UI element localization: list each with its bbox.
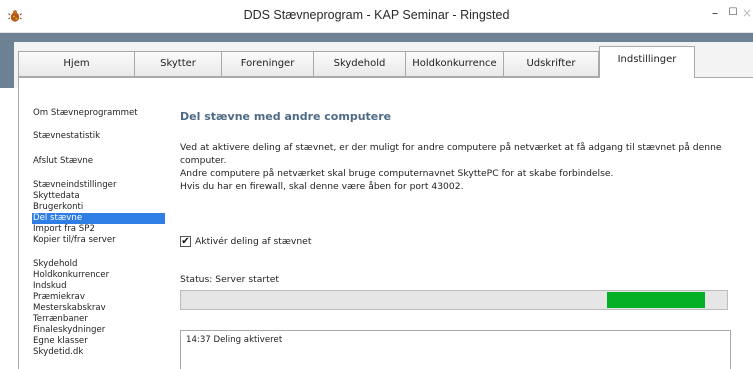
tab-skytter[interactable]: Skytter [134, 51, 221, 77]
tab-udskrifter[interactable]: Udskrifter [503, 51, 599, 77]
menu-item-import-fra-sp2[interactable]: Import fra SP2 [32, 224, 165, 235]
menu-item-del-staevne[interactable]: Del stævne [32, 213, 165, 224]
description-line-2: computer. [180, 155, 227, 166]
title-bar: DDS Stævneprogram - KAP Seminar - Ringst… [0, 0, 753, 33]
menu-item-finaleskydninger[interactable]: Finaleskydninger [32, 325, 165, 336]
log-box[interactable]: 14:37 Deling aktiveret [180, 330, 731, 369]
enable-sharing-checkbox[interactable]: ✔ [180, 236, 191, 247]
progress-fill [606, 292, 706, 308]
tab-skydehold[interactable]: Skydehold [313, 51, 405, 77]
tab-indstillinger[interactable]: Indstillinger [599, 46, 695, 78]
tab-holdkonkurrence[interactable]: Holdkonkurrence [405, 51, 503, 77]
menu-item-skyttedata[interactable]: Skyttedata [32, 191, 165, 202]
page-title: Del stævne med andre computere [180, 110, 392, 123]
menu-item-staevneindstillinger[interactable]: Stævneindstillinger [32, 180, 165, 191]
menu-item-kopier-til-fra-server[interactable]: Kopier til/fra server [32, 235, 165, 246]
menu-item-indskud[interactable]: Indskud [32, 281, 165, 292]
menu-item-brugerkonti[interactable]: Brugerkonti [32, 202, 165, 213]
progress-bar [180, 290, 728, 310]
menu-item-holdkonkurrencer[interactable]: Holdkonkurrencer [32, 270, 165, 281]
close-button[interactable]: × [741, 4, 753, 24]
tab-bar: Hjem Skytter Foreninger Skydehold Holdko… [18, 46, 753, 78]
window-title: DDS Stævneprogram - KAP Seminar - Ringst… [243, 8, 510, 22]
log-line: 14:37 Deling aktiveret [186, 335, 283, 345]
menu-item-skydehold[interactable]: Skydehold [32, 259, 165, 270]
menu-item-praemiekrav[interactable]: Præmiekrav [32, 292, 165, 303]
tab-foreninger[interactable]: Foreninger [221, 51, 313, 77]
description-line-1: Ved at aktivere deling af stævnet, er de… [180, 142, 722, 153]
menu-item-om-staevneprogrammet[interactable]: Om Stævneprogrammet [32, 108, 165, 119]
enable-sharing-label[interactable]: Aktivér deling af stævnet [195, 236, 311, 247]
description-line-4: Hvis du har en firewall, skal denne være… [180, 181, 464, 192]
description-line-3: Andre computere på netværket skal bruge … [180, 168, 614, 179]
menu-item-mesterskabskrav[interactable]: Mesterskabskrav [32, 303, 165, 314]
menu-item-staevnestatistik[interactable]: Stævnestatistik [32, 131, 165, 142]
menu-item-afslut-staevne[interactable]: Afslut Stævne [32, 156, 165, 167]
menu-item-egne-klasser[interactable]: Egne klasser [32, 336, 165, 347]
tab-hjem[interactable]: Hjem [18, 51, 134, 77]
menu-item-terraenbaner[interactable]: Terrænbaner [32, 314, 165, 325]
menu-item-skydetid-dk[interactable]: Skydetid.dk [32, 347, 165, 358]
status-text: Status: Server startet [180, 274, 279, 285]
